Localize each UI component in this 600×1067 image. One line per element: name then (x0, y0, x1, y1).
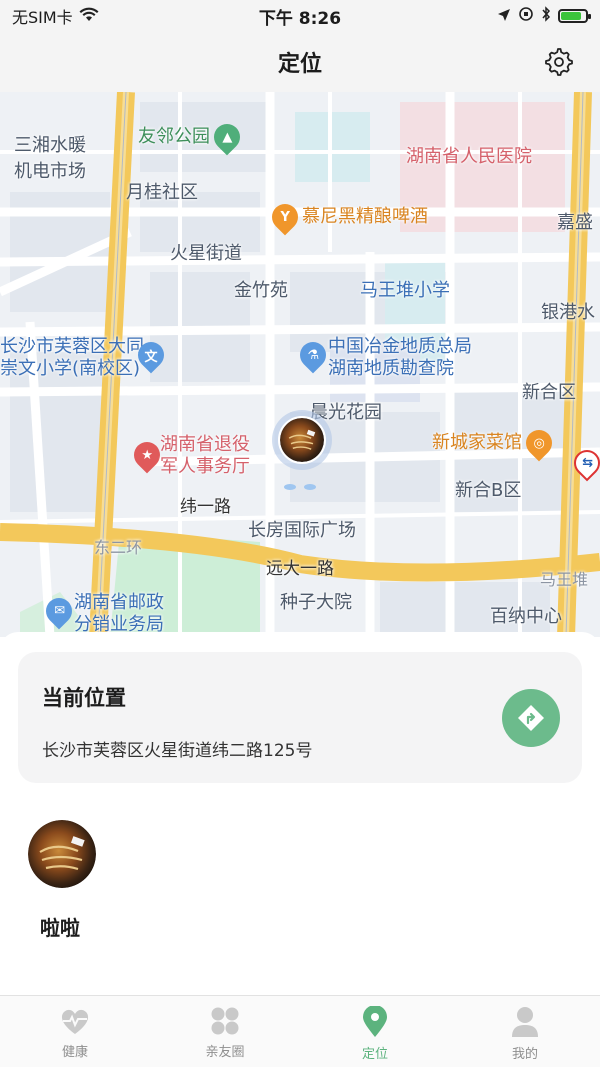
map-label: 嘉盛 (557, 212, 593, 233)
location-arrow-icon (497, 7, 511, 26)
friend-avatar (28, 820, 96, 888)
status-bar: 无SIM卡 下午 8:26 (0, 0, 600, 32)
tab-label: 亲友圈 (205, 1045, 245, 1060)
map-label: 火星街道 (170, 243, 242, 264)
map-label: 湖南省人民医院 (406, 146, 532, 167)
map-label: 中国冶金地质总局 (328, 336, 472, 357)
friend-avatar-button[interactable] (28, 820, 100, 888)
status-time: 下午 8:26 (258, 8, 342, 29)
navigation-bar: 定位 (0, 32, 600, 92)
map-label: 东二环 (94, 538, 143, 557)
carrier-label: 无SIM卡 (12, 8, 73, 27)
map-label: 长沙市芙蓉区大同 (0, 336, 144, 357)
tab-bar: 健康 亲友圈 定位 我的 (0, 995, 600, 1067)
grid-circles-icon (211, 1007, 239, 1035)
tab-label: 定位 (361, 1047, 388, 1062)
tab-health[interactable]: 健康 (0, 996, 150, 1067)
map-label: 纬一路 (180, 497, 231, 517)
user-location-marker[interactable] (272, 410, 332, 470)
map-label: 机电市场 (14, 161, 86, 182)
map-label: 新合B区 (455, 480, 522, 501)
map-label: 月桂社区 (126, 182, 198, 203)
map-label: 金竹苑 (234, 280, 288, 301)
map-label: 慕尼黑精酿啤酒 (302, 206, 428, 227)
map-label: 种子大院 (280, 592, 352, 613)
tab-family-circle[interactable]: 亲友圈 (150, 996, 300, 1067)
map-label: 湖南省邮政 (74, 592, 164, 613)
navigate-button[interactable] (502, 689, 560, 747)
tab-label: 健康 (61, 1045, 88, 1060)
page-title: 定位 (277, 52, 322, 77)
friend-name: 啦啦 (40, 916, 80, 940)
tab-location[interactable]: 定位 (300, 996, 450, 1067)
map-label: 军人事务厅 (160, 456, 250, 477)
location-pin-icon (363, 1006, 387, 1037)
map-label: 远大一路 (266, 559, 334, 579)
bluetooth-icon (541, 6, 551, 26)
wifi-icon (79, 7, 99, 26)
current-location-card: 当前位置 长沙市芙蓉区火星街道纬二路125号 (18, 652, 582, 783)
bottom-sheet: 当前位置 长沙市芙蓉区火星街道纬二路125号 啦啦 (0, 632, 600, 997)
map-label: 湖南省退役 (160, 434, 250, 455)
person-icon (512, 1007, 538, 1037)
map-label: 友邻公园 (138, 126, 210, 147)
current-location-title: 当前位置 (42, 686, 126, 710)
map-label: 马王堆小学 (360, 280, 450, 301)
map-view[interactable]: 三湘水暖 机电市场 友邻公园 ▲ 湖南省人民医院 月桂社区 Y 慕尼黑精酿啤酒 … (0, 92, 600, 637)
map-label: 百纳中心 (490, 606, 562, 627)
orientation-lock-icon (518, 6, 534, 26)
current-location-address: 长沙市芙蓉区火星街道纬二路125号 (42, 741, 313, 761)
battery-icon (558, 9, 591, 23)
heart-pulse-icon (61, 1009, 89, 1034)
map-label: 长房国际广场 (248, 520, 356, 541)
map-label: 三湘水暖 (14, 135, 86, 156)
user-avatar (278, 416, 326, 464)
map-label: 新合区 (522, 382, 576, 403)
map-label: 崇文小学(南校区) (0, 358, 141, 379)
map-label: 湖南地质勘查院 (328, 358, 454, 379)
map-label: 马王堆 (540, 570, 589, 589)
map-label: 银港水 (541, 302, 595, 323)
gear-icon (545, 48, 573, 76)
tab-mine[interactable]: 我的 (450, 996, 600, 1067)
navigation-icon (518, 705, 544, 731)
settings-button[interactable] (544, 47, 574, 77)
map-label: 新城家菜馆 (432, 432, 522, 453)
tab-label: 我的 (511, 1047, 538, 1062)
